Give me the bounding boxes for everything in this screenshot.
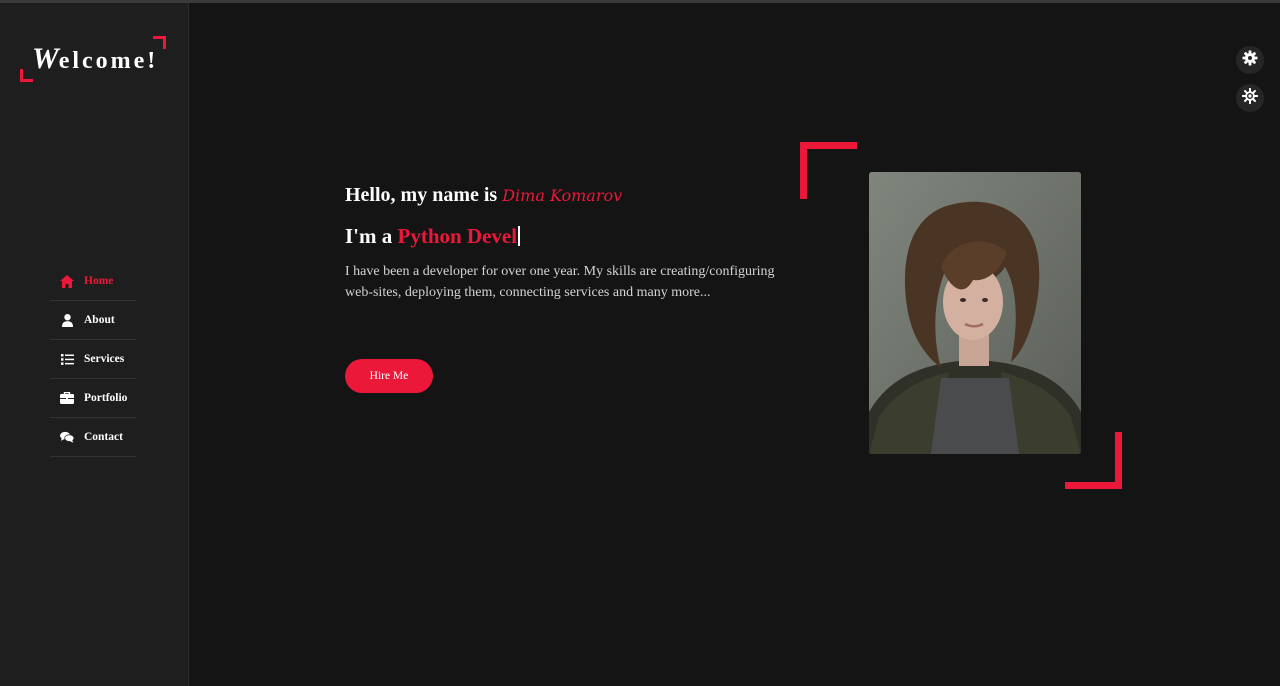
home-icon xyxy=(60,274,74,288)
hire-me-button[interactable]: Hire Me xyxy=(345,359,433,393)
settings-toggle-button[interactable] xyxy=(1236,46,1264,74)
typed-role: Python Devel xyxy=(397,224,518,248)
greeting-prefix: Hello, my name is xyxy=(345,184,498,206)
profile-photo-frame xyxy=(800,142,1122,489)
list-icon xyxy=(60,352,74,366)
top-border xyxy=(0,0,1280,3)
profile-photo xyxy=(869,172,1081,454)
nav-item-portfolio[interactable]: Portfolio xyxy=(50,379,136,418)
comments-icon xyxy=(60,430,74,444)
style-switcher xyxy=(1236,46,1264,122)
nav-item-services[interactable]: Services xyxy=(50,340,136,379)
theme-toggle-button[interactable] xyxy=(1236,84,1264,112)
user-icon xyxy=(60,313,74,327)
logo[interactable]: Welcome! xyxy=(20,36,166,82)
nav-item-contact[interactable]: Contact xyxy=(50,418,136,457)
gear-icon xyxy=(1242,50,1258,71)
role-heading: I'm a Python Devel xyxy=(345,224,795,249)
logo-text: Welcome! xyxy=(32,42,159,75)
hero-description: I have been a developer for over one yea… xyxy=(345,264,775,300)
sidebar: Welcome! Home About Services Portfolio C… xyxy=(0,0,189,686)
hero-section: Hello, my name is Dima Komarov I'm a Pyt… xyxy=(345,184,795,393)
frame-corner-top-left xyxy=(800,142,857,199)
author-name: Dima Komarov xyxy=(502,186,623,205)
sun-gear-icon xyxy=(1242,87,1258,109)
main-nav: Home About Services Portfolio Contact xyxy=(50,262,136,457)
role-prefix: I'm a xyxy=(345,224,393,248)
nav-item-label: Contact xyxy=(84,431,123,443)
briefcase-icon xyxy=(60,391,74,405)
nav-item-label: About xyxy=(84,314,115,326)
nav-item-label: Portfolio xyxy=(84,392,128,404)
nav-item-home[interactable]: Home xyxy=(50,262,136,301)
nav-item-label: Home xyxy=(84,275,114,287)
greeting: Hello, my name is Dima Komarov xyxy=(345,184,795,207)
nav-item-label: Services xyxy=(84,353,125,365)
nav-item-about[interactable]: About xyxy=(50,301,136,340)
typing-cursor xyxy=(518,226,521,246)
